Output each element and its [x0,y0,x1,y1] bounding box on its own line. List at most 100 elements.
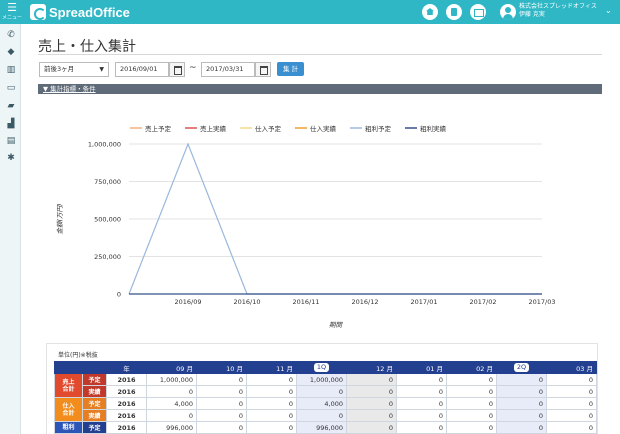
unit-label: 単位(円)※税抜 [58,352,98,359]
user-name: 伊藤 克実 [519,11,545,18]
bar-chart-icon[interactable]: ▥ [6,65,16,75]
row-year: 2016 [106,385,147,398]
table-cell: 0 [296,385,347,398]
table-cell: 0 [196,397,247,410]
aggregate-button[interactable]: 集 計 [277,62,304,76]
table-cell: 0 [346,397,397,410]
row-type-label: 実績 [82,409,107,422]
table-cell: 0 [496,409,547,422]
calendar-icon[interactable] [255,62,271,77]
table-cell: 0 [346,421,397,434]
date-to-input[interactable]: 2017/03/31 [201,62,255,77]
logo-icon [30,4,46,20]
conditions-toggle[interactable]: ▼ 集計指標・条件 [43,85,96,93]
table-cell: 0 [546,409,597,422]
calendar-icon[interactable] [169,62,185,77]
x-axis-label: 期間 [329,321,344,329]
table-cell: 0 [546,397,597,410]
phone-icon[interactable]: ✆ [6,30,16,40]
page-title: 売上・仕入集計 [38,39,136,55]
table-row: 実績 2016 0 0 0 0 0 0 0 0 0 [55,385,597,398]
legend-label: 売上実績 [200,124,227,133]
row-group-label: 売上 合計 [54,373,83,398]
home-icon[interactable] [422,4,438,20]
legend-label: 粗利予定 [365,124,392,133]
table-cell: 0 [296,409,347,422]
column-header: 2Q [496,361,547,374]
legend-label: 仕入予定 [255,124,282,133]
x-tick-label: 2016/10 [233,298,260,306]
x-tick-label: 2016/12 [351,298,378,306]
logo[interactable]: SpreadOffice [30,4,130,20]
card-icon[interactable]: ▭ [6,83,16,93]
range-separator: ~ [189,63,197,73]
table-cell: 4,000 [296,397,347,410]
table-cell: 0 [496,421,547,434]
menu-label: メニュー [1,15,22,21]
column-header: 02 月 [446,361,497,374]
sales-chart: 売上予定 売上実績 仕入予定 仕入実績 粗利予定 粗利実績 0 250,000 500,000 7… [56,124,556,329]
x-tick-label: 2017/03 [528,298,555,306]
column-header: 09 月 [146,361,197,374]
message-icon[interactable] [470,4,486,20]
document-icon[interactable]: ▤ [6,136,16,146]
y-tick-label: 0 [117,291,121,299]
table-cell: 1,000,000 [296,373,347,386]
table-cell: 0 [146,385,197,398]
table-cell: 0 [246,409,297,422]
row-year: 2016 [106,409,147,422]
y-tick-label: 250,000 [94,253,121,261]
period-select[interactable]: 前後3ヶ月 ▼ [39,62,109,77]
row-group-label: 粗利 [54,421,83,434]
user-info[interactable]: 株式会社スプレッドオフィス 伊藤 克実 [519,3,597,19]
table-cell: 0 [146,409,197,422]
quarter-badge: 2Q [513,363,530,372]
column-header: 01 月 [396,361,447,374]
date-from-input[interactable]: 2016/09/01 [115,62,169,77]
table-cell: 0 [246,385,297,398]
tag-icon[interactable]: ◆ [6,47,16,57]
legend-label: 粗利実績 [420,124,447,133]
table-cell: 0 [246,373,297,386]
document-icon[interactable] [446,4,462,20]
x-tick-label: 2017/01 [410,298,437,306]
table-row: 粗利 予定 2016 996,000 0 0 996,000 0 0 0 0 0 [54,421,597,434]
table-cell: 0 [446,421,497,434]
row-type-label: 実績 [82,385,107,398]
gear-icon[interactable]: ✱ [6,153,16,163]
row-year: 2016 [106,373,147,386]
row-type-label: 予定 [82,397,107,410]
y-axis-label: 金額(万円) [56,203,64,234]
row-type-label: 予定 [82,373,107,386]
legend-label: 仕入実績 [310,124,337,133]
legend-label: 売上予定 [145,124,172,133]
header-blank [54,361,107,374]
table-cell: 0 [546,373,597,386]
row-type-label: 予定 [82,421,107,434]
table-header-row: 年 09 月 10 月 11 月 1Q 12 月 01 月 02 月 2Q 03 月 [54,361,597,374]
table-cell: 4,000 [146,397,197,410]
y-tick-label: 750,000 [94,178,121,186]
folder-icon[interactable]: ▰ [6,101,16,111]
column-header: 10 月 [196,361,247,374]
column-header: 1Q [296,361,347,374]
avatar[interactable] [500,4,516,20]
column-header: 11 月 [246,361,297,374]
signal-icon[interactable]: ▟ [6,119,16,129]
chevron-down-icon: ▼ [99,66,104,73]
table-cell: 0 [496,373,547,386]
table-cell: 0 [496,397,547,410]
menu-button[interactable]: ☰ メニュー [0,0,24,24]
row-year: 2016 [106,421,147,434]
conditions-bar: ▼ 集計指標・条件 [38,84,602,94]
column-header: 03 月 [546,361,597,374]
table-cell: 0 [246,421,297,434]
chevron-down-icon[interactable]: ⌄ [605,6,612,15]
table-cell: 0 [196,421,247,434]
brand-name: SpreadOffice [49,4,130,20]
row-year: 2016 [106,397,147,410]
table-cell: 996,000 [296,421,347,434]
table-cell: 0 [346,409,397,422]
top-bar: ☰ メニュー SpreadOffice 株式会社スプレッドオフィス 伊藤 克実 … [0,0,620,24]
table-cell: 0 [446,409,497,422]
